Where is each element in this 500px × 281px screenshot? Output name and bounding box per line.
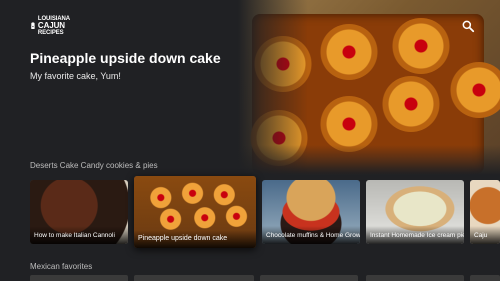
row2-card[interactable] xyxy=(30,275,128,281)
row2-card[interactable] xyxy=(260,275,358,281)
card-label: Caju xyxy=(470,226,500,244)
search-icon xyxy=(462,20,475,33)
page-title: Pineapple upside down cake xyxy=(30,50,221,66)
logo-line3: RECIPES xyxy=(37,30,64,36)
row2-card[interactable] xyxy=(470,275,500,281)
card-cajun[interactable]: Caju xyxy=(470,180,500,244)
card-pineapple-cake[interactable]: Pineapple upside down cake xyxy=(134,176,256,248)
card-ice-cream-pie[interactable]: Instant Homemade Ice cream pie xyxy=(366,180,464,244)
row2-card[interactable] xyxy=(134,275,254,281)
card-label: Instant Homemade Ice cream pie xyxy=(366,226,464,244)
card-cannoli[interactable]: How to make Italian Cannoli xyxy=(30,180,128,244)
search-button[interactable] xyxy=(458,16,478,36)
logo-line2: CAJUN xyxy=(37,21,65,30)
page-subtitle: My favorite cake, Yum! xyxy=(30,71,121,81)
card-chocolate-muffins[interactable]: Chocolate muffins & Home Grow... xyxy=(262,180,360,244)
row-title-mexican: Mexican favorites xyxy=(30,262,93,271)
app-logo: LOUISIANA CAJUN RECIPES xyxy=(30,14,70,38)
card-label: Chocolate muffins & Home Grow... xyxy=(262,226,360,244)
chef-icon xyxy=(31,22,35,29)
card-label: How to make Italian Cannoli xyxy=(30,226,128,244)
row2-card[interactable] xyxy=(366,275,464,281)
row-title-deserts: Deserts Cake Candy cookies & pies xyxy=(30,161,158,170)
card-label: Pineapple upside down cake xyxy=(134,230,256,248)
